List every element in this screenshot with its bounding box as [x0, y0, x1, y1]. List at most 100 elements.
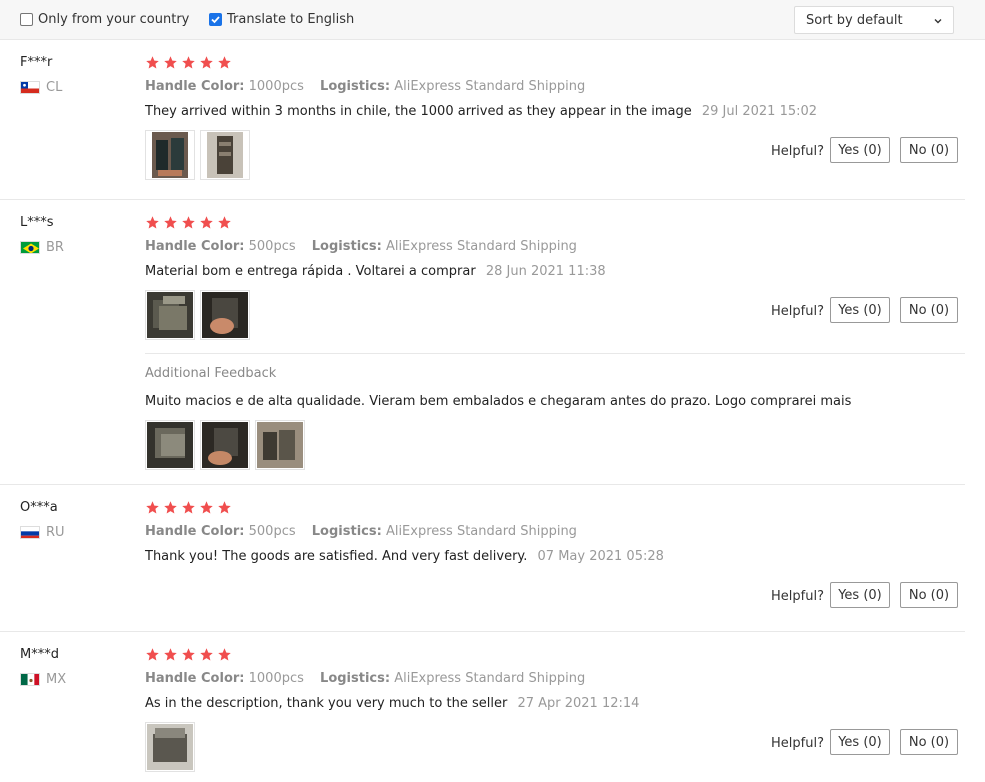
review-username: M***d: [20, 647, 59, 662]
star-icon: [146, 56, 159, 69]
country-code: RU: [46, 525, 65, 540]
review-photos: [145, 722, 195, 772]
star-icon: [200, 56, 213, 69]
review-photo[interactable]: [200, 130, 250, 180]
sort-select-value: Sort by default: [806, 12, 903, 28]
review-photo[interactable]: [145, 290, 195, 340]
review-item: F***r CL Handle Color: 1000pcs Logistics…: [0, 40, 965, 200]
flag-icon-mx: [20, 673, 40, 686]
sort-select[interactable]: Sort by default: [794, 6, 954, 34]
review-meta: Handle Color: 500pcs Logistics: AliExpre…: [145, 524, 577, 539]
handle-color-value: 1000pcs: [248, 79, 304, 94]
helpful-no-button[interactable]: No (0): [900, 582, 958, 608]
star-icon: [164, 501, 177, 514]
review-photo[interactable]: [145, 722, 195, 772]
logistics-value: AliExpress Standard Shipping: [385, 239, 577, 254]
handle-color-label: Handle Color:: [145, 524, 245, 539]
logistics-value: AliExpress Standard Shipping: [385, 524, 577, 539]
translate-label: Translate to English: [227, 12, 355, 27]
handle-color-label: Handle Color:: [145, 239, 245, 254]
star-icon: [218, 501, 231, 514]
helpful-yes-button[interactable]: Yes (0): [830, 137, 890, 163]
handle-color-label: Handle Color:: [145, 79, 245, 94]
review-meta: Handle Color: 1000pcs Logistics: AliExpr…: [145, 79, 585, 94]
logistics-value: AliExpress Standard Shipping: [394, 79, 586, 94]
star-icon: [164, 56, 177, 69]
logistics-label: Logistics:: [311, 239, 382, 254]
rating-stars: [145, 500, 232, 515]
review-text-row: They arrived within 3 months in chile, t…: [145, 104, 817, 119]
rating-stars: [145, 647, 232, 662]
helpful-no-button[interactable]: No (0): [900, 137, 958, 163]
helpful-label: Helpful?: [771, 736, 824, 751]
helpful-no-button[interactable]: No (0): [900, 297, 958, 323]
review-photo[interactable]: [255, 420, 305, 470]
logistics-label: Logistics:: [320, 671, 391, 686]
flag-icon-ru: [20, 526, 40, 539]
review-text-row: As in the description, thank you very mu…: [145, 696, 639, 711]
additional-feedback-photos: [145, 420, 305, 470]
helpful-yes-button[interactable]: Yes (0): [830, 297, 890, 323]
star-icon: [182, 648, 195, 661]
checkbox-box[interactable]: [20, 13, 33, 26]
only-country-label: Only from your country: [38, 12, 190, 27]
review-text: Thank you! The goods are satisfied. And …: [145, 549, 528, 564]
flag-icon-br: [20, 241, 40, 254]
review-photo[interactable]: [145, 130, 195, 180]
helpful-label: Helpful?: [771, 304, 824, 319]
star-icon: [182, 501, 195, 514]
rating-stars: [145, 215, 232, 230]
review-item: O***a RU Handle Color: 500pcs Logistics:…: [0, 485, 965, 632]
checkbox-box[interactable]: [209, 13, 222, 26]
helpful-no-button[interactable]: No (0): [900, 729, 958, 755]
review-meta: Handle Color: 500pcs Logistics: AliExpre…: [145, 239, 577, 254]
review-country: BR: [20, 240, 64, 255]
review-date: 07 May 2021 05:28: [537, 549, 664, 564]
helpful-label: Helpful?: [771, 589, 824, 604]
chevron-down-icon: [933, 15, 943, 30]
additional-feedback-text: Muito macios e de alta qualidade. Vieram…: [145, 394, 852, 409]
star-icon: [164, 216, 177, 229]
handle-color-value: 500pcs: [248, 524, 296, 539]
rating-stars: [145, 55, 232, 70]
review-country: RU: [20, 525, 65, 540]
helpful-yes-button[interactable]: Yes (0): [830, 582, 890, 608]
star-icon: [218, 648, 231, 661]
review-text-row: Thank you! The goods are satisfied. And …: [145, 549, 664, 564]
review-photo[interactable]: [145, 420, 195, 470]
handle-color-label: Handle Color:: [145, 671, 245, 686]
country-code: CL: [46, 80, 63, 95]
additional-feedback-divider: [145, 353, 965, 354]
review-date: 29 Jul 2021 15:02: [701, 104, 818, 119]
helpful-label: Helpful?: [771, 144, 824, 159]
additional-feedback-title: Additional Feedback: [145, 366, 277, 381]
star-icon: [146, 648, 159, 661]
star-icon: [218, 216, 231, 229]
star-icon: [218, 56, 231, 69]
review-username: F***r: [20, 55, 53, 70]
review-photo[interactable]: [200, 420, 250, 470]
country-code: MX: [46, 672, 67, 687]
review-photos: [145, 130, 250, 180]
review-date: 27 Apr 2021 12:14: [517, 696, 640, 711]
star-icon: [146, 216, 159, 229]
logistics-label: Logistics:: [320, 79, 391, 94]
logistics-label: Logistics:: [311, 524, 382, 539]
review-date: 28 Jun 2021 11:38: [485, 264, 606, 279]
star-icon: [182, 56, 195, 69]
review-username: O***a: [20, 500, 58, 515]
country-code: BR: [46, 240, 64, 255]
review-country: CL: [20, 80, 62, 95]
star-icon: [146, 501, 159, 514]
review-text: As in the description, thank you very mu…: [145, 696, 508, 711]
star-icon: [182, 216, 195, 229]
star-icon: [200, 216, 213, 229]
review-photo[interactable]: [200, 290, 250, 340]
translate-checkbox[interactable]: Translate to English: [209, 12, 354, 27]
review-text: Material bom e entrega rápida . Voltarei…: [145, 264, 476, 279]
helpful-yes-button[interactable]: Yes (0): [830, 729, 890, 755]
review-item: L***s BR Handle Color: 500pcs Logistics:…: [0, 200, 965, 485]
only-country-checkbox[interactable]: Only from your country: [20, 12, 189, 27]
review-country: MX: [20, 672, 66, 687]
handle-color-value: 1000pcs: [248, 671, 304, 686]
